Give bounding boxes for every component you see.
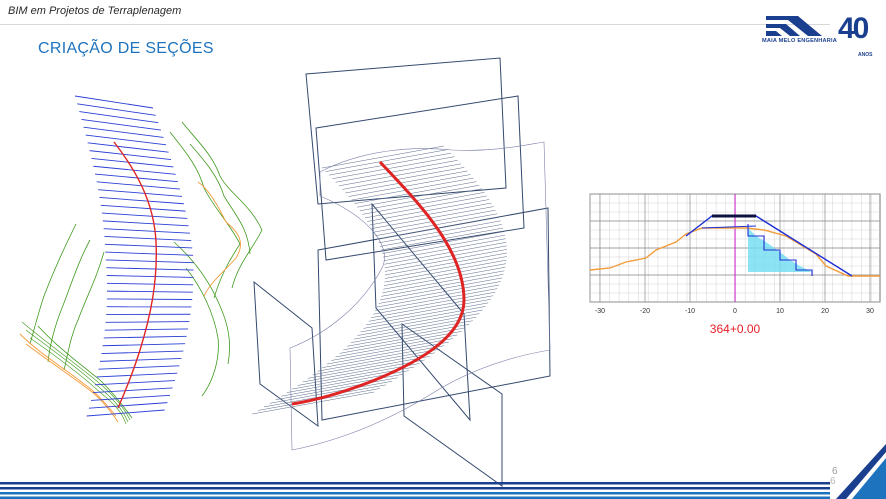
section-x-tick-label: 10 — [776, 308, 784, 315]
plan-station-line — [102, 343, 186, 347]
corridor-section-line — [384, 256, 507, 279]
corridor-section-line — [384, 259, 507, 283]
plan-station-line — [103, 228, 191, 234]
plan-station-line — [98, 365, 180, 370]
plan-station-line — [105, 251, 194, 256]
corridor-section-line — [366, 302, 489, 326]
plan-station-line — [104, 243, 193, 249]
page-number-shadow: 6 — [830, 476, 836, 487]
corridor-section-line — [384, 245, 507, 269]
plan-station-line — [89, 150, 172, 161]
plan-station-line — [87, 142, 169, 153]
plan-station-line — [106, 290, 193, 293]
header-divider — [0, 24, 830, 25]
plan-view-drawing — [19, 95, 263, 424]
plan-station-line — [106, 282, 194, 286]
section-x-tick-label: 30 — [866, 308, 874, 315]
plan-station-line — [106, 267, 194, 271]
section-x-tick-label: 0 — [733, 308, 737, 315]
footer-stripes — [0, 444, 886, 499]
corridor-section-line — [347, 324, 470, 347]
corridor-section-line — [384, 242, 507, 265]
corridor-section-line — [381, 274, 504, 297]
plan-station-line — [99, 357, 182, 362]
header-title: BIM em Projetos de Terraplenagem — [8, 5, 182, 17]
plan-station-line — [106, 298, 193, 300]
corridor-section-line — [383, 263, 507, 286]
plan-station-line — [105, 259, 194, 264]
plan-station-line — [100, 204, 186, 212]
logo-anniversary-number: 40 — [838, 12, 869, 45]
corridor-section-line — [380, 277, 503, 301]
corridor-section-line — [317, 348, 440, 372]
corridor-section-line — [363, 306, 486, 329]
section-station-label: 364+0.00 — [710, 322, 761, 336]
corridor-section-line — [326, 341, 449, 365]
plan-station-line — [101, 212, 188, 219]
section-x-tick-label: 20 — [821, 308, 829, 315]
plan-station-line — [94, 380, 175, 386]
plan-station-line — [101, 350, 184, 355]
plan-station-line — [74, 95, 154, 109]
corridor-section-line — [384, 249, 507, 272]
corridor-section-line — [377, 284, 500, 308]
corridor-section-line — [350, 320, 473, 343]
plan-station-line — [98, 189, 183, 197]
plan-station-line — [96, 181, 181, 190]
corridor-section-line — [322, 345, 445, 368]
plan-station-line — [86, 409, 165, 417]
corridor-section-line — [384, 252, 508, 276]
plan-station-line — [93, 387, 173, 394]
plan-station-line — [106, 275, 194, 278]
plan-station-line — [102, 220, 189, 227]
logo-anniversary-suffix: ANOS — [858, 52, 873, 58]
corridor-3d-view — [252, 57, 551, 487]
corridor-section-line — [383, 266, 506, 290]
plan-station-line — [91, 394, 171, 401]
plan-station-line — [88, 402, 168, 409]
section-x-tick-label: -10 — [685, 308, 695, 315]
plan-station-line — [104, 236, 192, 242]
plan-station-line — [77, 103, 156, 116]
plan-station-line — [99, 197, 184, 205]
logo-mark-icon — [766, 16, 822, 36]
company-logo: MAIA MELO ENGENHARIA 40 ANOS — [762, 10, 882, 68]
corridor-section-line — [375, 288, 498, 311]
plan-station-line — [91, 157, 174, 168]
section-x-tick-label: -30 — [595, 308, 605, 315]
cross-section-view: -30 -20 -10 0 10 20 30 364+0.00 — [589, 193, 881, 336]
section-x-tick-label: -20 — [640, 308, 650, 315]
logo-company-name: MAIA MELO ENGENHARIA — [762, 38, 837, 44]
plan-station-line — [96, 372, 178, 378]
slide-title: CRIAÇÃO DE SEÇÕES — [38, 40, 214, 57]
plan-station-line — [103, 335, 187, 339]
